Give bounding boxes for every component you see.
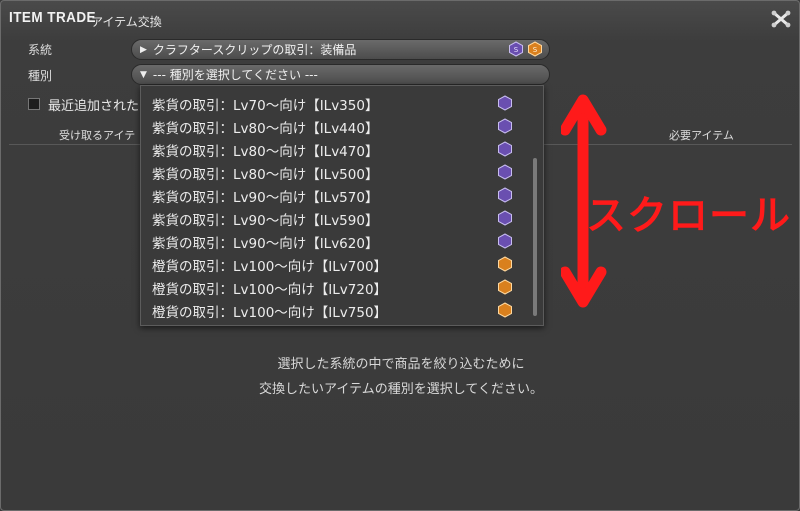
expand-arrow-icon: ▶: [140, 44, 147, 55]
dropdown-item[interactable]: 紫貨の取引：Lv70～向け【ILv350】: [152, 92, 512, 115]
dropdown-item[interactable]: 紫貨の取引：Lv90～向け【ILv620】: [152, 230, 512, 253]
dropdown-item-label: 紫貨の取引：Lv80～向け【ILv440】: [152, 120, 379, 137]
recent-checkbox[interactable]: [28, 98, 40, 110]
dropdown-item-label: 紫貨の取引：Lv90～向け【ILv590】: [152, 212, 379, 229]
dropdown-item[interactable]: 紫貨の取引：Lv90～向け【ILv590】: [152, 207, 512, 230]
purple-scrip-icon: S: [509, 41, 523, 57]
dropdown-item-label: 紫貨の取引：Lv90～向け【ILv570】: [152, 189, 379, 206]
dropdown-item-label: 橙貨の取引：Lv100～向け【ILv720】: [152, 281, 388, 298]
category-select-value: --- 種別を選択してください ---: [152, 68, 318, 82]
dropdown-item-label: 橙貨の取引：Lv100～向け【ILv750】: [152, 304, 388, 321]
purple-scrip-icon: [498, 210, 512, 226]
system-select[interactable]: ▶ クラフタースクリップの取引：装備品 S S: [131, 39, 550, 60]
svg-text:S: S: [533, 46, 538, 54]
scroll-annotation-text: スクロール: [586, 193, 791, 239]
close-icon: [771, 10, 791, 28]
hint-line-2: 交換したいアイテムの種別を選択してください。: [259, 382, 543, 397]
system-label: 系統: [28, 43, 53, 57]
purple-scrip-icon: [498, 141, 512, 157]
purple-scrip-icon: [498, 164, 512, 180]
scrip-icons: S S: [508, 41, 543, 57]
purple-scrip-icon: [498, 187, 512, 203]
category-label: 種別: [28, 69, 53, 83]
hint-line-1: 選択した系統の中で商品を絞り込むために: [277, 357, 525, 372]
orange-scrip-icon: [498, 302, 512, 318]
dropdown-item-label: 橙貨の取引：Lv100～向け【ILv700】: [152, 258, 388, 275]
dropdown-item[interactable]: 橙貨の取引：Lv100～向け【ILv750】: [152, 299, 512, 322]
purple-scrip-icon: [498, 95, 512, 111]
dropdown-item-label: 紫貨の取引：Lv80～向け【ILv500】: [152, 166, 379, 183]
window-title: ITEM TRADE: [9, 9, 97, 26]
window-subtitle: アイテム交換: [91, 15, 162, 29]
category-select[interactable]: ▼ --- 種別を選択してください ---: [131, 64, 550, 85]
collapse-arrow-icon: ▼: [140, 69, 147, 80]
purple-scrip-icon: [498, 118, 512, 134]
dropdown-item[interactable]: 紫貨の取引：Lv90～向け【ILv570】: [152, 184, 512, 207]
orange-scrip-icon: [498, 256, 512, 272]
item-trade-window: ITEM TRADE アイテム交換 系統 ▶ クラフタースクリップの取引：装備品…: [0, 0, 800, 511]
dropdown-item[interactable]: 紫貨の取引：Lv80～向け【ILv500】: [152, 161, 512, 184]
close-button[interactable]: [771, 10, 791, 28]
dropdown-item[interactable]: 橙貨の取引：Lv100～向け【ILv700】: [152, 253, 512, 276]
dropdown-item[interactable]: 紫貨の取引：Lv80～向け【ILv440】: [152, 115, 512, 138]
svg-text:S: S: [514, 46, 519, 54]
recent-checkbox-label: 最近追加された: [48, 99, 140, 114]
dropdown-item-label: 紫貨の取引：Lv90～向け【ILv620】: [152, 235, 379, 252]
dropdown-item-label: 紫貨の取引：Lv70～向け【ILv350】: [152, 97, 379, 114]
purple-scrip-icon: [498, 233, 512, 249]
dropdown-item-label: 紫貨の取引：Lv80～向け【ILv470】: [152, 143, 379, 160]
dropdown-item[interactable]: 橙貨の取引：Lv100～向け【ILv720】: [152, 276, 512, 299]
category-dropdown-list: 紫貨の取引：Lv70～向け【ILv350】 紫貨の取引：Lv80～向け【ILv4…: [140, 85, 544, 326]
dropdown-item[interactable]: 紫貨の取引：Lv80～向け【ILv470】: [152, 138, 512, 161]
orange-scrip-icon: [498, 279, 512, 295]
orange-scrip-icon: S: [528, 41, 542, 57]
system-select-value: クラフタースクリップの取引：装備品: [152, 43, 357, 57]
column-header-receive: 受け取るアイテ: [59, 129, 136, 142]
dropdown-scrollbar[interactable]: [533, 158, 537, 316]
